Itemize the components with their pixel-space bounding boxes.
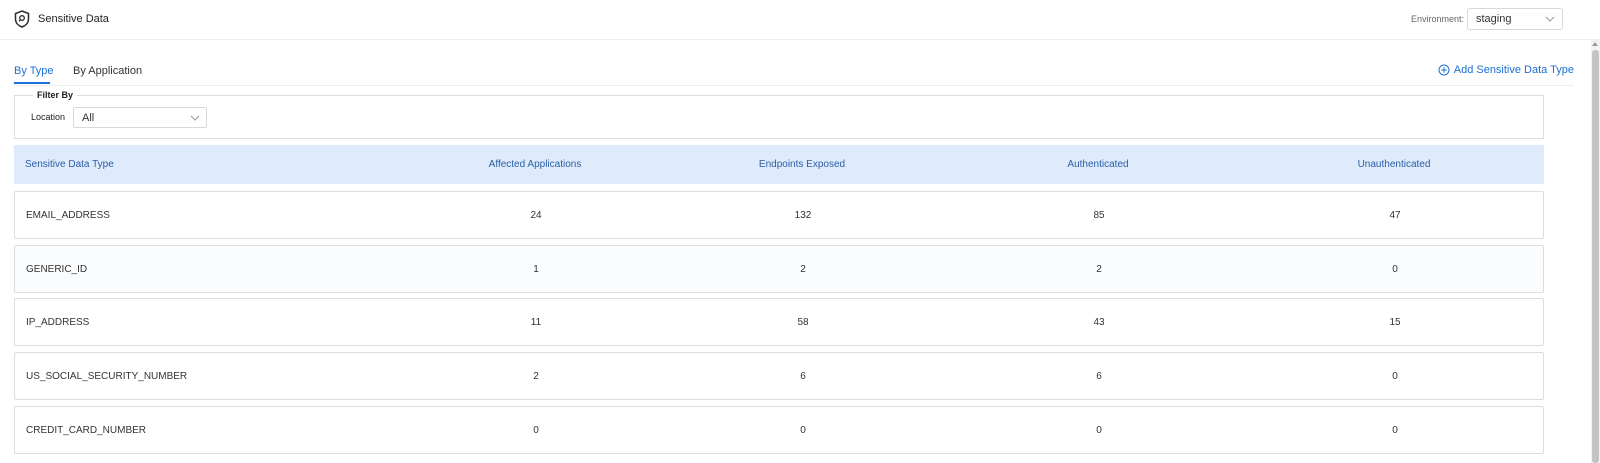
chevron-down-icon: [1545, 16, 1555, 22]
environment-select[interactable]: staging: [1467, 8, 1563, 30]
environment-label: Environment:: [1410, 14, 1464, 24]
authenticated-cell: 2: [1096, 263, 1102, 275]
chevron-down-icon: [190, 115, 200, 121]
brand: Sensitive Data: [14, 10, 109, 28]
endpoints-exposed-cell: 6: [800, 370, 806, 382]
unauthenticated-cell: 0: [1392, 263, 1398, 275]
tab-bar: By Type By Application: [14, 58, 1574, 86]
column-header-endpoints-exposed[interactable]: Endpoints Exposed: [702, 145, 902, 184]
environment-value: staging: [1476, 13, 1512, 25]
endpoints-exposed-cell: 58: [797, 316, 809, 328]
scroll-up-arrow[interactable]: [1592, 42, 1598, 46]
table-row[interactable]: CREDIT_CARD_NUMBER 0 0 0 0: [14, 406, 1544, 454]
endpoints-exposed-cell: 0: [800, 424, 806, 436]
add-sensitive-data-type-button[interactable]: Add Sensitive Data Type: [1438, 64, 1574, 76]
table-row[interactable]: US_SOCIAL_SECURITY_NUMBER 2 6 6 0: [14, 352, 1544, 400]
location-select[interactable]: All: [73, 107, 207, 128]
affected-applications-cell: 24: [530, 209, 542, 221]
authenticated-cell: 0: [1096, 424, 1102, 436]
data-type-cell: GENERIC_ID: [26, 263, 88, 275]
tab-by-type[interactable]: By Type: [14, 65, 54, 77]
unauthenticated-cell: 15: [1389, 316, 1401, 328]
environment-selector-group: Environment: staging: [1411, 8, 1563, 30]
data-type-cell: EMAIL_ADDRESS: [26, 209, 110, 221]
table-header: Sensitive Data Type Affected Application…: [14, 145, 1544, 184]
column-header-authenticated[interactable]: Authenticated: [998, 145, 1198, 184]
scrollbar-thumb[interactable]: [1592, 50, 1599, 463]
active-tab-indicator: [14, 82, 50, 84]
authenticated-cell: 6: [1096, 370, 1102, 382]
top-bar: Sensitive Data Environment: staging: [0, 0, 1600, 40]
column-header-affected-applications[interactable]: Affected Applications: [435, 145, 635, 184]
plus-circle-icon: [1438, 64, 1450, 76]
unauthenticated-cell: 0: [1392, 370, 1398, 382]
endpoints-exposed-cell: 132: [794, 209, 812, 221]
vertical-scrollbar[interactable]: [1591, 40, 1600, 463]
table-row[interactable]: IP_ADDRESS 11 58 43 15: [14, 298, 1544, 346]
data-type-cell: US_SOCIAL_SECURITY_NUMBER: [26, 370, 188, 382]
location-label: Location: [31, 112, 66, 122]
app-title: Sensitive Data: [38, 13, 109, 25]
affected-applications-cell: 1: [533, 263, 539, 275]
data-type-cell: IP_ADDRESS: [26, 316, 90, 328]
column-header-sensitive-data-type[interactable]: Sensitive Data Type: [25, 145, 114, 184]
location-value: All: [82, 111, 95, 124]
affected-applications-cell: 2: [533, 370, 539, 382]
unauthenticated-cell: 0: [1392, 424, 1398, 436]
tab-by-application[interactable]: By Application: [73, 65, 142, 77]
affected-applications-cell: 11: [530, 316, 542, 328]
filter-legend: Filter By: [33, 90, 78, 100]
add-sensitive-data-type-label: Add Sensitive Data Type: [1453, 64, 1574, 76]
endpoints-exposed-cell: 2: [800, 263, 806, 275]
column-header-unauthenticated[interactable]: Unauthenticated: [1294, 145, 1494, 184]
authenticated-cell: 43: [1093, 316, 1105, 328]
authenticated-cell: 85: [1093, 209, 1105, 221]
shield-icon: [14, 10, 30, 28]
filter-panel: Filter By Location All: [14, 90, 1544, 139]
table-row[interactable]: EMAIL_ADDRESS 24 132 85 47: [14, 191, 1544, 239]
affected-applications-cell: 0: [533, 424, 539, 436]
data-type-cell: CREDIT_CARD_NUMBER: [26, 424, 147, 436]
unauthenticated-cell: 47: [1389, 209, 1401, 221]
table-row[interactable]: GENERIC_ID 1 2 2 0: [14, 245, 1544, 293]
